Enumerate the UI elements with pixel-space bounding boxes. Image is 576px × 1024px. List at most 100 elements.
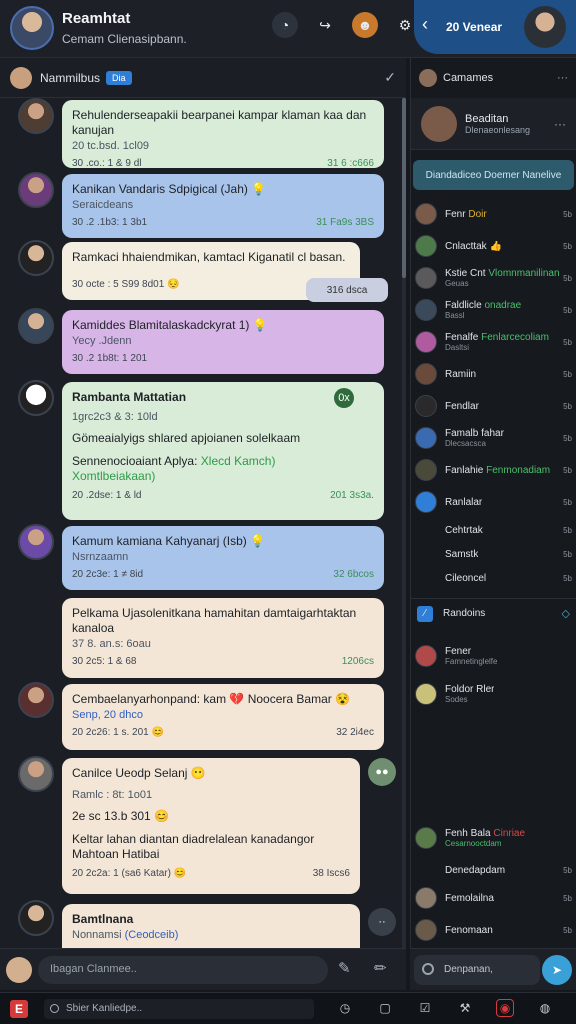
sidebar-item[interactable]: Fenh Bala Cinriae Cesarnooctdam: [411, 822, 576, 854]
item-time: 5b: [563, 433, 572, 443]
message-bubble[interactable]: Cembaelanyarhonpand: kam 💔 Noocera Bamar…: [62, 684, 384, 750]
message-avatar[interactable]: [18, 172, 54, 208]
message-avatar[interactable]: [18, 900, 54, 936]
item-name: Fenh Bala: [445, 828, 491, 839]
tool-icon[interactable]: ⚒: [456, 999, 474, 1017]
back-icon[interactable]: ‹: [422, 14, 428, 35]
message-bubble[interactable]: Canilce Ueodp Selanj 😶 Ramlc : 8t: 1o01 …: [62, 758, 360, 894]
record-icon[interactable]: ◉: [496, 999, 514, 1017]
more-icon[interactable]: ···: [557, 72, 568, 84]
sidebar-item[interactable]: Fenomaan 5b: [411, 914, 576, 946]
sidebar-subitem[interactable]: Cileoncel 5b: [411, 566, 576, 590]
profile-avatar[interactable]: [421, 105, 457, 142]
message-avatar[interactable]: [18, 682, 54, 718]
message-avatar[interactable]: [18, 308, 54, 344]
sidebar-subitem[interactable]: Samstk 5b: [411, 542, 576, 566]
reply-pill[interactable]: 316 dsca: [306, 278, 388, 302]
message-sub: Ramlc : 8t: 1o01: [72, 789, 153, 801]
item-highlight: Fenmonadiam: [486, 464, 551, 476]
sidebar-item[interactable]: Fenr Doir 5b: [411, 198, 576, 230]
sidebar-item[interactable]: Cnlacttak 👍 5b: [411, 230, 576, 262]
sidebar-subitem[interactable]: Cehtrtak 5b: [411, 518, 576, 542]
clock-icon[interactable]: ◷: [336, 999, 354, 1017]
message-text: Kamiddes Blamitalaskadckyrat 1) 💡: [72, 318, 268, 332]
message-bubble[interactable]: Kamiddes Blamitalaskadckyrat 1) 💡 Yecy .…: [62, 310, 384, 374]
sidebar-item[interactable]: Foldor Rler Sodes: [411, 678, 576, 710]
share-icon[interactable]: ↪: [312, 12, 338, 38]
sidebar-item[interactable]: Faldlicle onadrae Bassl 5b: [411, 294, 576, 326]
sidebar-subitem[interactable]: Denedapdam 5b: [411, 858, 576, 882]
contact-header[interactable]: ‹ 20 Venear: [414, 0, 576, 54]
timer-icon[interactable]: ◔: [272, 12, 298, 38]
folder-row[interactable]: ⁄ Randoins ◇: [411, 598, 576, 628]
item-avatar: [415, 299, 437, 321]
contact-avatar[interactable]: [524, 6, 566, 48]
emoji-icon[interactable]: ☻: [352, 12, 378, 38]
message-highlight[interactable]: (Ceodceib): [125, 929, 179, 941]
message-avatar[interactable]: [18, 380, 54, 416]
message-avatar[interactable]: [18, 756, 54, 792]
item-name: Femolailna: [445, 892, 494, 904]
app-logo-icon[interactable]: E: [10, 1000, 28, 1018]
item-time: 5b: [563, 337, 572, 347]
section-button[interactable]: Diandadiceo Doemer Nanelive: [413, 160, 574, 190]
conversation-name[interactable]: Nammilbus: [40, 71, 100, 85]
chat-icon[interactable]: ▢: [376, 999, 394, 1017]
message-sub: 20 tc.bsd. 1cl09: [72, 140, 150, 152]
edit-icon[interactable]: ✎: [338, 959, 351, 977]
message-avatar[interactable]: [18, 240, 54, 276]
sidebar-item[interactable]: Fanlahie Fenmonadiam 5b: [411, 454, 576, 486]
item-highlight: Vlomnmanilinan: [488, 268, 560, 279]
sidebar-item[interactable]: Kstie Cnt Vlomnmanilinan Geuas 5b: [411, 262, 576, 294]
taskbar-search[interactable]: Sbier Kanliedpe..: [44, 999, 314, 1019]
sidebar-item[interactable]: Famalb fahar Dlecsacsca 5b: [411, 422, 576, 454]
reaction-count[interactable]: 0x: [334, 388, 354, 408]
sidebar-item[interactable]: Fenalfe Fenlarcecoliam Dasltsi 5b: [411, 326, 576, 358]
check-icon[interactable]: ☑: [416, 999, 434, 1017]
item-time: 5b: [563, 209, 572, 219]
message-text: Pelkama Ujasolenitkana hamahitan damtaig…: [72, 606, 357, 635]
sidebar-item[interactable]: Ranlalar 5b: [411, 486, 576, 518]
sidebar-item[interactable]: Femolailna 5b: [411, 882, 576, 914]
more-icon[interactable]: ···: [554, 117, 566, 131]
message-link[interactable]: Xomtlbeiakaan): [72, 469, 374, 484]
pen-icon[interactable]: ✏: [374, 959, 387, 977]
message-highlight[interactable]: Xlecd Kamch): [201, 454, 276, 468]
item-name: Ranlalar: [445, 496, 483, 508]
sidebar-item[interactable]: Ramiin 5b: [411, 358, 576, 390]
message-meta: 30 .co.: 1 & 9 dl: [72, 158, 142, 169]
item-name: Fenr: [445, 208, 466, 220]
diamond-icon[interactable]: ◇: [562, 607, 570, 620]
conversation-avatar[interactable]: [10, 66, 32, 89]
item-name: Faldlicle: [445, 300, 482, 311]
message-avatar[interactable]: [18, 524, 54, 560]
message-bubble[interactable]: Rehulenderseapakii bearpanei kampar klam…: [62, 100, 384, 169]
message-avatar[interactable]: [18, 98, 54, 134]
message-meta: 30 octe : 5 S99 8d01 😔: [72, 279, 180, 290]
message-bubble[interactable]: Pelkama Ujasolenitkana hamahitan damtaig…: [62, 598, 384, 678]
message-bubble[interactable]: Bamtlnana Nonnamsi (Ceodceib): [62, 904, 360, 948]
message-bubble[interactable]: Kanikan Vandaris Sdpigical (Jah) 💡 Serai…: [62, 174, 384, 238]
sidebar-item[interactable]: Fener Famnetinglelfe: [411, 640, 576, 672]
check-icon[interactable]: ✓: [384, 69, 396, 86]
chat-avatar[interactable]: [10, 6, 54, 50]
more-icon[interactable]: ●●: [368, 758, 396, 786]
send-icon[interactable]: ➤: [542, 955, 572, 985]
item-sub: Dasltsi: [445, 343, 470, 352]
item-avatar: [415, 267, 437, 289]
item-avatar: [415, 491, 437, 513]
message-time: 1206cs: [341, 656, 374, 667]
item-avatar: [415, 235, 437, 257]
sidebar-avatar[interactable]: [419, 69, 437, 87]
scrollbar-thumb[interactable]: [402, 98, 406, 278]
message-bubble[interactable]: Kamum kamiana Kahyanarj (Isb) 💡 Nsrnzaam…: [62, 526, 384, 590]
message-input[interactable]: Ibagan Clanmee..: [38, 956, 328, 984]
profile-card[interactable]: Beaditan Dlenaeonlesang ···: [411, 98, 576, 150]
globe-icon[interactable]: ◍: [536, 999, 554, 1017]
item-time: 5b: [563, 305, 572, 315]
composer-avatar[interactable]: [6, 957, 32, 983]
options-icon[interactable]: ··: [368, 908, 396, 936]
message-sub: 1grc2c3 & 3: 10ld: [72, 411, 158, 423]
item-name: Cnlacttak: [445, 240, 487, 252]
sidebar-item[interactable]: Fendlar 5b: [411, 390, 576, 422]
